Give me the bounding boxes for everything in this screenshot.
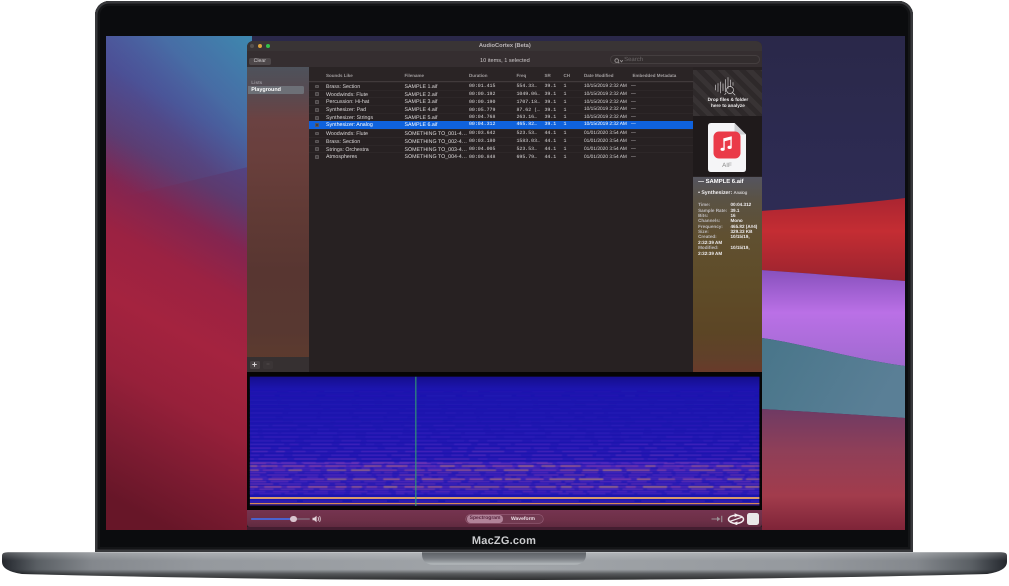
svg-text:AIF: AIF (723, 161, 733, 168)
